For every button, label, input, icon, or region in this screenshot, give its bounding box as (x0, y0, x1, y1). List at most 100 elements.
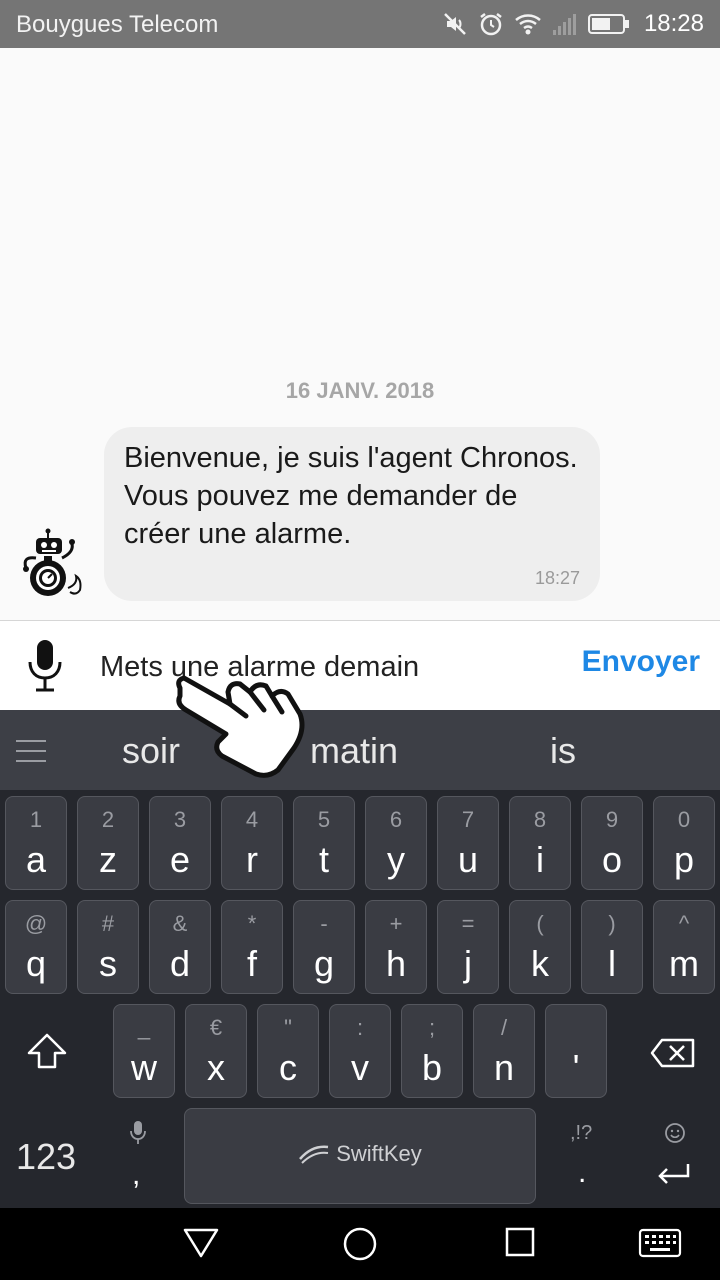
home-icon[interactable] (342, 1226, 378, 1262)
numbers-key[interactable]: 123 (16, 1136, 76, 1178)
key-secondary-label: 2 (101, 807, 115, 832)
key-b[interactable]: ; b (401, 1004, 463, 1098)
comma-key[interactable]: , (118, 1118, 158, 1202)
key-label: p (673, 839, 695, 880)
key-label: q (25, 943, 47, 984)
key-secondary-label: 4 (245, 807, 259, 832)
suggestion-2[interactable]: matin (310, 730, 398, 772)
period-key[interactable]: ,!? . (562, 1118, 606, 1202)
alarm-icon (480, 13, 502, 36)
key-r[interactable]: 4r (221, 796, 283, 890)
key-label: e (169, 839, 191, 880)
key-secondary-label: = (461, 911, 475, 936)
chat-area[interactable]: 16 JANV. 2018 Bienvenue, je suis l'agent… (0, 48, 720, 620)
key-n[interactable]: / n (473, 1004, 535, 1098)
key-secondary-label: ; (428, 1015, 436, 1040)
status-time: 18:28 (643, 10, 704, 37)
message-bubble[interactable]: Bienvenue, je suis l'agent Chronos. Vous… (104, 427, 600, 601)
key-c[interactable]: " c (257, 1004, 319, 1098)
key-u[interactable]: 7u (437, 796, 499, 890)
key-p[interactable]: 0p (653, 796, 715, 890)
key-secondary-label: 5 (317, 807, 331, 832)
key-secondary-label: 7 (461, 807, 475, 832)
microphone-icon[interactable] (22, 638, 68, 694)
key-secondary-label: 3 (173, 807, 187, 832)
back-icon[interactable] (182, 1226, 220, 1260)
swiftkey-brand: SwiftKey (336, 1141, 422, 1166)
key-secondary-label: : (356, 1015, 364, 1040)
battery-icon (587, 14, 629, 34)
key-z[interactable]: 2z (77, 796, 139, 890)
key-j[interactable]: = j (437, 900, 499, 994)
enter-icon (658, 1164, 690, 1184)
key-secondary-label: / (500, 1015, 508, 1040)
key-x[interactable]: € x (185, 1004, 247, 1098)
key-g[interactable]: -g (293, 900, 355, 994)
key-secondary-label: + (389, 911, 403, 936)
enter-key[interactable] (650, 1118, 700, 1202)
key-v[interactable]: :v (329, 1004, 391, 1098)
key-y[interactable]: 6y (365, 796, 427, 890)
key-secondary-label: 6 (389, 807, 403, 832)
key-t[interactable]: 5t (293, 796, 355, 890)
recents-icon[interactable] (504, 1226, 536, 1258)
key-label: g (313, 943, 335, 984)
key-secondary-label: - (320, 911, 328, 936)
key-secondary-label: _ (137, 1015, 151, 1040)
key-f[interactable]: * f (221, 900, 283, 994)
key-k[interactable]: (k (509, 900, 571, 994)
key-d[interactable]: & d (149, 900, 211, 994)
swiftkey-logo: SwiftKey (185, 1141, 535, 1167)
key-apostrophe[interactable]: ' (545, 1004, 607, 1098)
key-h[interactable]: + h (365, 900, 427, 994)
robot-stopwatch-icon (23, 528, 82, 596)
key-label: v (351, 1047, 369, 1088)
message-text: Bienvenue, je suis l'agent Chronos. Vous… (124, 442, 578, 550)
microphone-small-icon (130, 1121, 146, 1144)
space-bar[interactable]: SwiftKey (184, 1108, 536, 1204)
key-i[interactable]: 8i (509, 796, 571, 890)
key-a[interactable]: 1a (5, 796, 67, 890)
key-secondary-label: ) (608, 911, 616, 936)
period-label: . (578, 1156, 587, 1189)
mute-icon (444, 13, 466, 35)
status-icons: 18:28 (442, 8, 704, 40)
menu-icon[interactable] (16, 738, 46, 764)
key-secondary-label: 0 (677, 807, 691, 832)
suggestion-bar: soir matin is (0, 710, 720, 790)
key-e[interactable]: 3e (149, 796, 211, 890)
key-q[interactable]: @ q (5, 900, 67, 994)
key-label: o (601, 839, 623, 880)
key-secondary-label: ^ (678, 911, 690, 936)
key-label: z (99, 839, 117, 880)
key-label: h (385, 943, 407, 984)
key-w[interactable]: _ w (113, 1004, 175, 1098)
send-button[interactable]: Envoyer (582, 645, 700, 679)
key-label: a (25, 839, 47, 880)
key-label: d (169, 943, 191, 984)
key-s[interactable]: # s (77, 900, 139, 994)
backspace-icon[interactable] (650, 1038, 696, 1068)
key-secondary-label: 8 (533, 807, 547, 832)
key-label: k (531, 943, 549, 984)
key-secondary-label: € (209, 1015, 223, 1040)
carrier-name: Bouygues Telecom (16, 11, 219, 38)
message-input[interactable] (100, 647, 560, 687)
key-label: l (608, 943, 616, 984)
keyboard-switch-icon[interactable] (638, 1228, 682, 1258)
emoji-icon (665, 1123, 685, 1143)
suggestion-3[interactable]: is (550, 730, 576, 772)
key-label: u (457, 839, 479, 880)
key-label: i (536, 839, 544, 880)
key-label: c (279, 1047, 297, 1088)
key-label: x (207, 1047, 225, 1088)
key-o[interactable]: 9o (581, 796, 643, 890)
key-m[interactable]: ^ m (653, 900, 715, 994)
shift-icon[interactable] (26, 1032, 68, 1070)
key-label: n (493, 1047, 515, 1088)
key-label: ' (572, 1047, 580, 1088)
key-l[interactable]: ) l (581, 900, 643, 994)
key-label: y (387, 839, 405, 880)
navigation-bar (0, 1208, 720, 1280)
key-secondary-label: 1 (29, 807, 43, 832)
